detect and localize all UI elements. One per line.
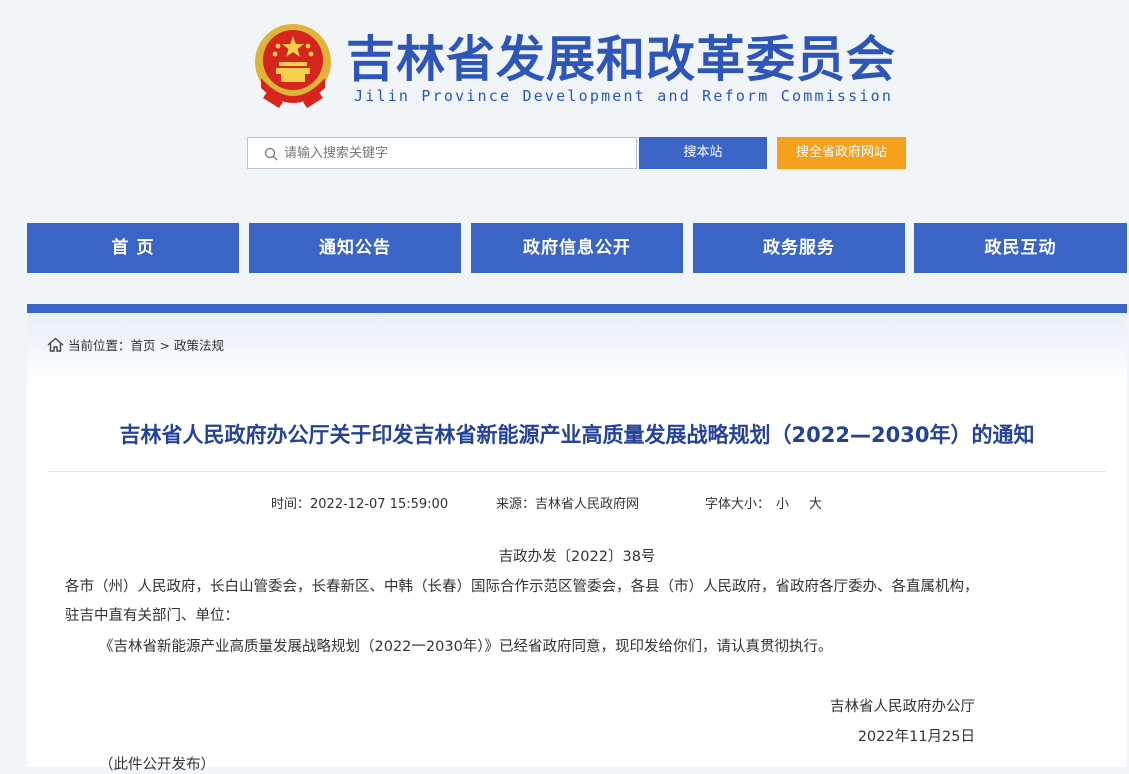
- breadcrumb-prefix: 当前位置：: [68, 338, 131, 353]
- nav-item-services[interactable]: 政务服务: [693, 223, 905, 273]
- nav-item-notices[interactable]: 通知公告: [249, 223, 461, 273]
- time-value: 2022-12-07 15:59:00: [310, 497, 449, 512]
- search-site-button[interactable]: 搜本站: [639, 137, 767, 169]
- breadcrumb-separator: >: [159, 338, 170, 353]
- title-divider: [48, 471, 1106, 472]
- body-paragraph: 《吉林省新能源产业高质量发展战略规划（2022一2030年）》已经省政府同意，现…: [99, 639, 833, 655]
- article-source: 来源：吉林省人民政府网: [496, 493, 639, 512]
- site-subtitle: Jilin Province Development and Reform Co…: [354, 87, 894, 105]
- site-header: 吉林省发展和改革委员会 Jilin Province Development a…: [0, 0, 1129, 120]
- home-icon: [47, 337, 64, 352]
- article-title: 吉林省人民政府办公厅关于印发吉林省新能源产业高质量发展战略规划（2022—203…: [119, 423, 1035, 447]
- source-label: 来源：: [496, 497, 536, 512]
- search-icon: [264, 147, 278, 161]
- search-box: [247, 137, 637, 169]
- font-size-control: 字体大小： 小 大: [705, 493, 836, 512]
- nav-item-home[interactable]: 首 页: [27, 223, 239, 273]
- nav-item-interaction[interactable]: 政民互动: [914, 223, 1127, 273]
- national-emblem-icon: [255, 24, 331, 108]
- public-note: （此件公开发布）: [99, 757, 215, 773]
- breadcrumb: 当前位置：首页 > 政策法规: [47, 335, 224, 354]
- font-large-link[interactable]: 大: [809, 497, 822, 512]
- font-small-link[interactable]: 小: [776, 497, 789, 512]
- font-size-label: 字体大小：: [705, 497, 771, 512]
- publish-time: 时间：2022-12-07 15:59:00: [271, 493, 448, 512]
- search-province-button[interactable]: 搜全省政府网站: [777, 137, 906, 169]
- main-nav: 首 页 通知公告 政府信息公开 政务服务 政民互动: [27, 223, 1127, 273]
- addressee-line-1: 各市（州）人民政府，长白山管委会，长春新区、中韩（长春）国际合作示范区管委会，各…: [65, 579, 979, 595]
- source-value: 吉林省人民政府网: [535, 497, 640, 512]
- breadcrumb-home-link[interactable]: 首页: [131, 338, 156, 353]
- addressee-line-2: 驻吉中直有关部门、单位：: [65, 608, 239, 624]
- breadcrumb-current-link[interactable]: 政策法规: [174, 338, 224, 353]
- site-title: 吉林省发展和改革委员会: [346, 31, 897, 88]
- time-label: 时间：: [271, 497, 311, 512]
- content-top-bar: [27, 304, 1127, 313]
- signature: 吉林省人民政府办公厅: [830, 699, 975, 715]
- article-panel: 当前位置：首页 > 政策法规 吉林省人民政府办公厅关于印发吉林省新能源产业高质量…: [27, 313, 1127, 773]
- sign-date: 2022年11月25日: [857, 729, 975, 745]
- document-number: 吉政办发〔2022〕38号: [498, 549, 656, 565]
- search-input[interactable]: [284, 138, 624, 168]
- nav-item-gov-info[interactable]: 政府信息公开: [471, 223, 683, 273]
